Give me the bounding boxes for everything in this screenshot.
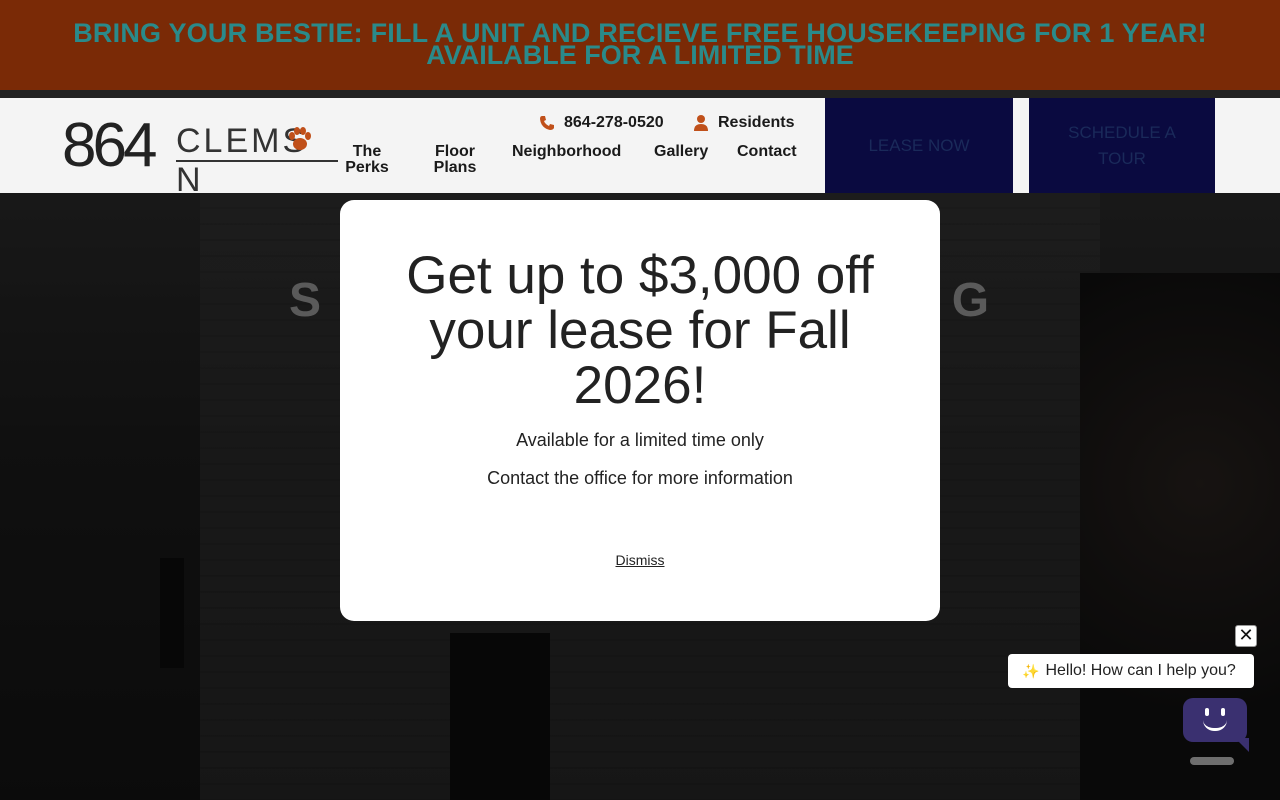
chat-close-button[interactable]: ✕ — [1235, 625, 1257, 647]
modal-subtext-2: Contact the office for more information — [487, 468, 793, 488]
bot-bubble-tail — [1235, 738, 1249, 752]
chat-greeting-text: Hello! How can I help you? — [1045, 662, 1236, 679]
bot-mouth — [1203, 720, 1227, 731]
chatbot-shadow — [1190, 757, 1234, 765]
promo-modal: Get up to $3,000 off your lease for Fall… — [340, 200, 940, 621]
bot-eye-left — [1205, 708, 1209, 716]
sparkle-icon: ✨ — [1022, 662, 1040, 679]
modal-headline: Get up to $3,000 off your lease for Fall… — [406, 246, 874, 415]
dismiss-link[interactable]: Dismiss — [340, 552, 940, 568]
chatbot-launcher-icon[interactable] — [1183, 698, 1249, 752]
bot-eye-right — [1221, 708, 1225, 716]
modal-subtext-1: Available for a limited time only — [516, 430, 764, 450]
chat-greeting-bubble[interactable]: ✨ Hello! How can I help you? — [1008, 654, 1254, 688]
